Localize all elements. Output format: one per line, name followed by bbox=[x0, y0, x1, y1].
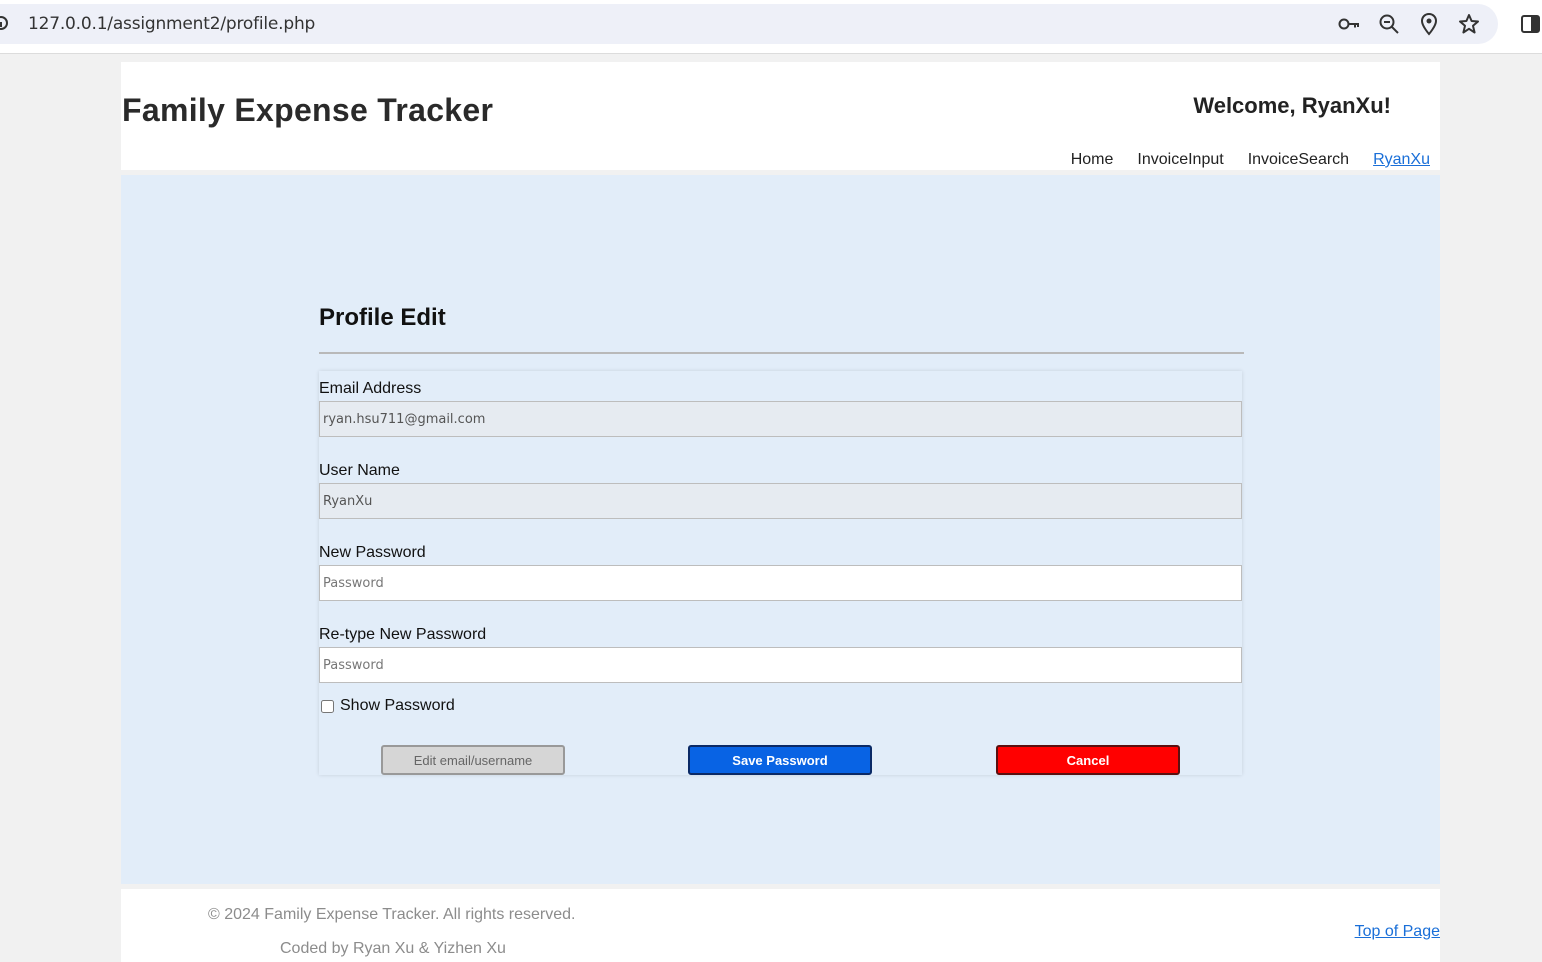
nav-invoice-input[interactable]: InvoiceInput bbox=[1137, 151, 1223, 169]
retype-password-field[interactable] bbox=[319, 647, 1242, 683]
nav-home[interactable]: Home bbox=[1071, 151, 1114, 169]
username-field[interactable] bbox=[319, 483, 1242, 519]
new-password-label: New Password bbox=[319, 544, 426, 561]
page: Family Expense Tracker Welcome, RyanXu! … bbox=[121, 62, 1440, 962]
welcome-message: Welcome, RyanXu! bbox=[1193, 93, 1391, 118]
location-icon[interactable] bbox=[1417, 12, 1441, 36]
site-footer: © 2024 Family Expense Tracker. All right… bbox=[121, 889, 1440, 962]
credits-text: Coded by Ryan Xu & Yizhen Xu bbox=[280, 940, 506, 957]
divider bbox=[319, 352, 1244, 354]
browser-toolbar: 127.0.0.1/assignment2/profile.php bbox=[0, 0, 1542, 54]
edit-email-username-button[interactable]: Edit email/username bbox=[381, 745, 565, 775]
key-icon[interactable] bbox=[1337, 12, 1361, 36]
star-icon[interactable] bbox=[1457, 12, 1481, 36]
show-password-toggle[interactable]: Show Password bbox=[321, 697, 455, 715]
cancel-button[interactable]: Cancel bbox=[996, 745, 1180, 775]
top-of-page-link[interactable]: Top of Page bbox=[1355, 923, 1440, 941]
url-text[interactable]: 127.0.0.1/assignment2/profile.php bbox=[28, 14, 315, 34]
nav-profile[interactable]: RyanXu bbox=[1373, 151, 1430, 169]
show-password-checkbox[interactable] bbox=[321, 699, 334, 713]
new-password-field[interactable] bbox=[319, 565, 1242, 601]
nav-invoice-search[interactable]: InvoiceSearch bbox=[1248, 151, 1349, 169]
retype-password-label: Re-type New Password bbox=[319, 626, 487, 643]
save-password-button[interactable]: Save Password bbox=[688, 745, 872, 775]
zoom-icon[interactable] bbox=[1377, 12, 1401, 36]
site-title: Family Expense Tracker bbox=[122, 92, 494, 128]
copyright-text: © 2024 Family Expense Tracker. All right… bbox=[208, 906, 576, 923]
profile-edit-form: Email Address User Name New Password Re-… bbox=[319, 371, 1242, 775]
username-label: User Name bbox=[319, 462, 400, 479]
email-field[interactable] bbox=[319, 401, 1242, 437]
main-content: Profile Edit Email Address User Name New… bbox=[121, 175, 1440, 884]
form-title: Profile Edit bbox=[319, 304, 446, 331]
show-password-label: Show Password bbox=[340, 697, 455, 714]
main-nav: Home InvoiceInput InvoiceSearch RyanXu bbox=[1071, 151, 1430, 169]
email-label: Email Address bbox=[319, 380, 422, 397]
site-header: Family Expense Tracker Welcome, RyanXu! … bbox=[121, 62, 1440, 170]
sidebar-icon[interactable] bbox=[1518, 12, 1542, 36]
